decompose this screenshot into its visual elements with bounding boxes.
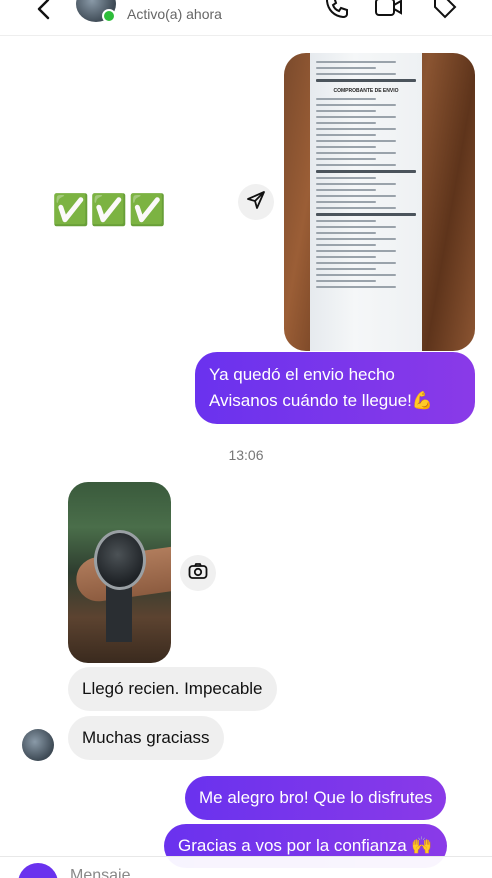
gallery-icon[interactable] bbox=[380, 863, 408, 878]
message-input[interactable]: Mensaje... bbox=[70, 867, 144, 878]
phone-icon[interactable] bbox=[322, 0, 352, 22]
outgoing-message[interactable]: Me alegro bro! Que lo disfrutes bbox=[185, 776, 447, 820]
sender-avatar[interactable] bbox=[22, 729, 54, 761]
message-line: Ya quedó el envio hecho bbox=[209, 365, 395, 384]
send-icon bbox=[246, 190, 266, 215]
microphone-icon[interactable] bbox=[332, 863, 360, 878]
incoming-message[interactable]: Muchas graciass bbox=[68, 716, 224, 760]
add-icon[interactable] bbox=[428, 863, 456, 878]
receipt-paper: COMPROBANTE DE ENVIO bbox=[310, 53, 422, 351]
video-camera-icon[interactable] bbox=[374, 0, 404, 22]
outgoing-message[interactable]: Ya quedó el envio hecho Avisanos cuándo … bbox=[195, 352, 475, 424]
tag-icon[interactable] bbox=[430, 0, 460, 22]
timestamp: 13:06 bbox=[228, 447, 264, 463]
back-arrow-icon[interactable] bbox=[28, 0, 58, 24]
watch-photo[interactable] bbox=[68, 482, 171, 663]
message-line: Avisanos cuándo te llegue!💪 bbox=[209, 391, 434, 410]
watch-face bbox=[94, 530, 146, 590]
watch-band bbox=[106, 582, 132, 642]
receipt-title: COMPROBANTE DE ENVIO bbox=[333, 88, 399, 94]
share-button[interactable] bbox=[238, 184, 274, 220]
emoji-checks: ✅✅✅ bbox=[52, 194, 168, 227]
message-composer: Mensaje... bbox=[0, 856, 492, 878]
active-status: Activo(a) ahora bbox=[127, 6, 222, 22]
chat-header: Activo(a) ahora bbox=[0, 0, 492, 36]
online-indicator bbox=[102, 9, 116, 23]
composer-camera-button[interactable] bbox=[18, 863, 58, 878]
camera-button[interactable] bbox=[180, 555, 216, 591]
incoming-message[interactable]: Llegó recien. Impecable bbox=[68, 667, 277, 711]
receipt-photo[interactable]: COMPROBANTE DE ENVIO bbox=[284, 53, 475, 351]
camera-icon bbox=[188, 562, 208, 585]
